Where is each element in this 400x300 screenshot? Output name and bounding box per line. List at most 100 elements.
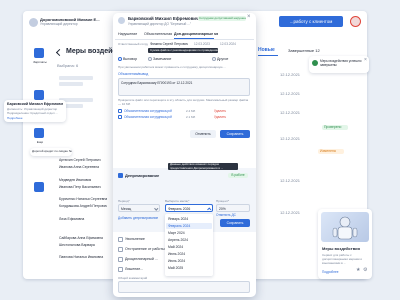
client-work-button[interactable]: ...работу с клиентом <box>279 16 343 27</box>
close-icon[interactable]: × <box>364 58 367 63</box>
hint-popup: Сумма файла с рекомендациями по проведен… <box>148 48 218 53</box>
save-depremirovanie-button[interactable]: Сохранить <box>220 219 250 227</box>
month-value: Февраль 2026 <box>168 206 191 211</box>
grid-icon[interactable] <box>34 128 44 138</box>
undo-ds-link[interactable]: Отменить ДС <box>216 213 246 218</box>
toast-text: Меры воздействия успешно завершены <box>320 59 362 67</box>
dropdown-option[interactable]: Январь 2024 <box>168 217 208 222</box>
tooltip-text: Должность: Управляющий директор Подразде… <box>7 107 58 115</box>
tooltip-link[interactable]: Подробнее <box>7 116 37 121</box>
status-badge: Изменена <box>318 149 344 154</box>
dropdown-option[interactable]: Июль 2024 <box>168 259 208 264</box>
checkbox-label: Дисциплинарный ... <box>125 257 158 261</box>
checkbox-suspension[interactable] <box>118 247 123 252</box>
header-profile-icon[interactable] <box>350 16 361 27</box>
checkbox-dismissal[interactable] <box>118 237 123 242</box>
upload-hint: Прикрепите файл или перетащите в эту обл… <box>118 99 249 106</box>
file-delete-link[interactable]: Удалить <box>214 115 232 120</box>
file-name[interactable]: Объяснительная сотрудника.pdf <box>124 109 184 114</box>
list-item[interactable]: Иванова Петр Васильевич <box>59 185 107 190</box>
dropdown-option[interactable]: Май 2025 <box>168 266 208 271</box>
depr-hint-popup: Данные действия изменят порядок предоста… <box>168 163 238 170</box>
tab-extra-measures[interactable]: Доп.дисциплинарные меры <box>174 32 218 37</box>
section-label: При увольнении работник может применить … <box>118 65 226 69</box>
period-select[interactable]: Месяц <box>118 204 160 212</box>
dropdown-option[interactable]: Июнь 2024 <box>168 252 208 257</box>
list-item[interactable]: Артюхин Сергей Петрович <box>59 158 107 163</box>
list-item[interactable]: Кондрашова Андрей Петрович <box>59 204 107 209</box>
dropdown-option[interactable]: Апрель 2024 <box>168 238 208 243</box>
checkbox-deprivation[interactable] <box>118 267 123 272</box>
document-icon[interactable] <box>34 90 44 100</box>
comment-field[interactable] <box>118 281 250 293</box>
list-item[interactable]: Шестопалова Варвара <box>59 243 107 248</box>
list-item[interactable]: Лиза Ефимовна <box>59 217 107 222</box>
depremirovanie-checkbox[interactable] <box>118 173 123 178</box>
meta-time: 12.03.2024 <box>220 42 236 46</box>
sidebar-item-label: Зарплаты <box>33 60 47 64</box>
depremirovanie-label: Депремирование <box>125 173 160 178</box>
month-select[interactable]: Февраль 2026 <box>165 204 213 212</box>
robot-illustration <box>321 212 369 242</box>
attachment-icon <box>118 109 122 113</box>
save-button[interactable]: Сохранить <box>220 130 250 138</box>
chevron-up-icon <box>207 207 212 212</box>
row-date: 12.12.2021 <box>280 72 301 77</box>
radio-reprimand[interactable] <box>118 57 122 61</box>
check-circle-icon <box>312 60 318 66</box>
tab-underline <box>258 55 278 56</box>
list-item[interactable]: Павлова Наталья Ивановна <box>59 255 107 260</box>
reason-field[interactable]: Сотрудник Барковскому ЕП/00193 от 12.12.… <box>118 78 250 96</box>
promo-text: Сервис для работы с дисциплинарными мера… <box>322 253 363 265</box>
dropdown-option[interactable]: Март 2024 <box>168 231 208 236</box>
home-icon[interactable] <box>34 48 44 58</box>
gear-icon[interactable]: ⚙ <box>363 268 367 273</box>
list-item[interactable]: Иванова Анна Сергеевна <box>59 165 107 170</box>
percent-value: 20% <box>219 206 226 211</box>
tab-new[interactable]: Новые <box>258 47 280 53</box>
list-item[interactable] <box>56 74 108 88</box>
tab-done[interactable]: Завершенные 12 <box>288 48 328 53</box>
add-depremirovanie-link[interactable]: Добавить депремирование <box>118 216 166 221</box>
radio-label: Замечание <box>153 56 172 61</box>
status-panel: Проверено Изменена <box>316 85 366 185</box>
violator-badge: Сотрудник допустивший нарушение <box>198 16 246 21</box>
row-date: 12.12.2021 <box>280 210 301 215</box>
radio-remark[interactable] <box>148 57 152 61</box>
row-date: 12.12.2021 <box>280 91 301 96</box>
row-date: 12.12.2021 <box>280 178 301 183</box>
avatar <box>118 17 125 24</box>
promo-card: Меры воздействия Сервис для работы с дис… <box>318 209 372 279</box>
modal-person-name: Барковский Михаил Ефремович <box>128 16 198 21</box>
meta-label: Ответственный сотрудник <box>118 42 148 46</box>
meta-value: Фомина Сергей Петрович <box>150 42 189 46</box>
percent-field[interactable]: 20% <box>216 204 250 212</box>
tab-explanation[interactable]: Объяснительная <box>144 32 174 37</box>
list-item[interactable]: Сайбарова Анна Ефимовна <box>59 236 107 241</box>
checkbox-disciplinary[interactable] <box>118 257 123 262</box>
file-name[interactable]: Объяснительная сотрудника.pdf <box>124 115 184 120</box>
cancel-button[interactable]: Отменить <box>190 130 216 138</box>
header-user-role: Управляющий директор <box>40 22 78 26</box>
meta-date: 12.03.2023 <box>194 42 210 46</box>
promo-link[interactable]: Подробнее <box>322 270 346 275</box>
star-icon[interactable]: ★ <box>356 268 360 273</box>
chart-icon[interactable] <box>34 182 44 192</box>
file-size: 2.4 Мб <box>186 108 196 113</box>
dropdown-option[interactable]: Май 2024 <box>168 245 208 250</box>
tab-violation[interactable]: Нарушение <box>118 32 144 37</box>
close-icon[interactable]: × <box>247 14 252 20</box>
row-date: 12.12.2021 <box>280 136 301 141</box>
radio-other[interactable] <box>212 57 216 61</box>
status-badge: Проверено <box>322 125 348 130</box>
person-tooltip: Барковский Михаил Ефремович Должность: У… <box>4 100 66 122</box>
list-item[interactable]: Буряченко Наталья Сергеевна <box>59 197 107 202</box>
dropdown-option[interactable]: Февраль 2024 <box>168 224 208 229</box>
header-avatar[interactable] <box>29 18 38 27</box>
file-delete-link[interactable]: Удалить <box>214 109 232 114</box>
selection-count: Выбрана: 6 <box>57 63 79 68</box>
month-dropdown: Январь 2024 Февраль 2024 Март 2024 Апрел… <box>165 214 213 276</box>
list-item[interactable]: Медведев Ивановия <box>59 178 107 183</box>
status-badge: В работе <box>228 173 248 178</box>
checkbox-label: Увольнение <box>125 237 145 241</box>
